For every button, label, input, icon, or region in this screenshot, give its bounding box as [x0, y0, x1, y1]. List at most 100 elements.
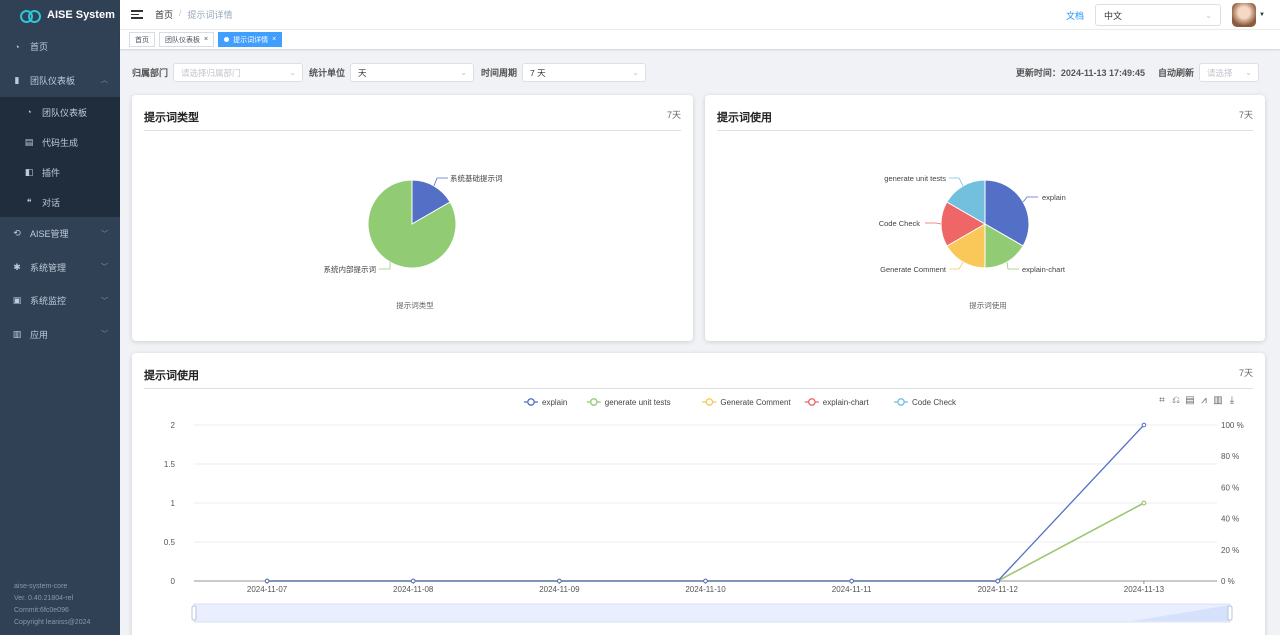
close-icon[interactable]: ×: [204, 36, 208, 43]
sidebar-item[interactable]: ▣ 系统监控 ﹀: [0, 284, 120, 318]
legend-marker: [705, 398, 714, 406]
breadcrumb-separator: /: [179, 8, 182, 18]
period-value: 7 天: [530, 67, 546, 78]
bar-chart-icon: ▮: [14, 74, 20, 85]
data-point: [410, 578, 416, 584]
chat-icon: ❝: [26, 196, 32, 207]
pie-label-line: [1006, 262, 1019, 270]
hamburger-icon[interactable]: [131, 10, 143, 19]
sidebar-item[interactable]: ✱ 系统管理 ﹀: [0, 251, 120, 285]
tag-home[interactable]: 首页: [129, 32, 155, 47]
dashboard-icon: ◔: [14, 41, 20, 52]
pie-label-line: [949, 177, 964, 187]
sidebar-item-label: 系统监控: [30, 296, 67, 307]
language-value: 中文: [1104, 10, 1123, 21]
tag-team-dashboard[interactable]: 团队仪表板 ×: [159, 32, 215, 47]
sidebar-item-label: 团队仪表板: [30, 75, 76, 86]
sidebar-item[interactable]: ◔ 首页: [0, 30, 120, 64]
data-point: [703, 578, 708, 584]
unit-select[interactable]: 天 ⌄: [350, 63, 474, 82]
chevron-down-icon: ﹀: [101, 264, 108, 272]
sidebar-item[interactable]: ▮ 团队仪表板 ︿: [0, 64, 120, 98]
pie-label: 系统内部提示词: [324, 264, 377, 274]
y-tick-label: 2: [171, 421, 176, 430]
y2-tick-label: 80 %: [1221, 452, 1239, 461]
caret-down-icon[interactable]: ▼: [1259, 12, 1265, 18]
pie-label: generate unit tests: [884, 174, 946, 183]
pie-label: Code Check: [879, 219, 921, 228]
sidebar-item-label: 团队仪表板: [42, 107, 88, 118]
close-icon[interactable]: ×: [272, 36, 276, 43]
download-icon[interactable]: ⤓: [1230, 395, 1235, 406]
chevron-down-icon: ﹀: [101, 297, 108, 305]
chevron-down-icon: ﹀: [101, 230, 108, 238]
line-type-icon[interactable]: ⩘: [1201, 395, 1207, 406]
tag-label: 团队仪表板: [165, 36, 200, 44]
pie-label-line: [379, 262, 391, 270]
sidebar-item[interactable]: ◧ 插件: [0, 157, 120, 187]
department-label: 归属部门: [132, 68, 169, 78]
update-time: 更新时间：2024-11-13 17:49:45: [1015, 68, 1145, 78]
footer-line: Copyright leaniss@2024: [14, 619, 91, 626]
pie-label: Generate Comment: [880, 265, 947, 274]
zoom-icon[interactable]: ⌗: [1159, 395, 1165, 406]
submenu: ◔ 团队仪表板 ▤ 代码生成 ◧ 插件 ❝ 对话: [0, 97, 120, 217]
chevron-up-icon: ︿: [101, 77, 108, 85]
breadcrumb-home[interactable]: 首页: [155, 8, 173, 21]
plugin-icon: ◧: [24, 166, 34, 177]
sidebar-item-label: 代码生成: [42, 137, 79, 148]
data-point: [557, 578, 562, 584]
sidebar-item-label: 系统管理: [30, 262, 67, 273]
zoom-reset-icon[interactable]: ⎌: [1172, 395, 1180, 406]
legend-label: Code Check: [912, 398, 957, 407]
sidebar-item[interactable]: ▤ 代码生成: [0, 127, 120, 157]
prompt-usage-card: 提示词使用 7天 explain explain-chart Generate Co…: [705, 95, 1265, 341]
period-label: 时间周期: [481, 68, 518, 78]
tag-prompt-detail[interactable]: 提示词详情 ×: [218, 32, 283, 47]
legend-label: Generate Comment: [720, 398, 791, 407]
sidebar-item[interactable]: ⟲ AISE管理 ﹀: [0, 217, 120, 251]
cog-hand-icon: ⟲: [13, 228, 21, 239]
x-tick-label: 2024-11-11: [832, 585, 872, 594]
sidebar-item[interactable]: ▥ 应用 ﹀: [0, 318, 120, 352]
department-select[interactable]: 请选择归属部门 ⌄: [173, 63, 303, 82]
sidebar-item[interactable]: ❝ 对话: [0, 187, 120, 217]
sidebar-item-label: 首页: [30, 42, 49, 53]
app-logo[interactable]: AISE System: [0, 0, 120, 30]
chevron-down-icon: ⌄: [460, 68, 467, 77]
pie-label-line: [949, 261, 964, 270]
avatar[interactable]: [1232, 3, 1257, 27]
code-icon: ▤: [24, 136, 34, 147]
pie-caption: 提示词使用: [969, 300, 1007, 310]
pie-label: explain-chart: [1022, 265, 1066, 274]
datazoom-handle-left[interactable]: [191, 605, 197, 621]
docs-link[interactable]: 文档: [1066, 9, 1084, 22]
department-placeholder: 请选择归属部门: [181, 67, 241, 78]
bar-type-icon[interactable]: ▥: [1213, 395, 1222, 406]
chevron-down-icon: ﹀: [101, 331, 108, 339]
monitor-icon: ▣: [12, 295, 22, 306]
y-tick-label: 1.5: [164, 460, 176, 469]
tags-view: 首页 团队仪表板 × 提示词详情 ×: [120, 30, 1280, 50]
unit-label: 统计单位: [309, 68, 346, 78]
period-select[interactable]: 7 天 ⌄: [522, 63, 646, 82]
data-view-icon[interactable]: ▤: [1185, 395, 1194, 406]
data-point: [264, 578, 270, 584]
tag-label: 提示词详情: [233, 36, 269, 44]
legend-marker: [527, 398, 535, 406]
legend-label: explain-chart: [823, 398, 870, 407]
dashboard-icon: ◔: [26, 107, 32, 117]
x-tick-label: 2024-11-13: [1124, 585, 1165, 594]
auto-refresh-select[interactable]: 请选择 ⌄: [1199, 63, 1259, 82]
datazoom-slider[interactable]: [193, 603, 1231, 623]
y-tick-label: 1: [171, 499, 176, 508]
version-info: aise-system-core Ver. 0.40.21804-rel Com…: [14, 581, 90, 629]
app-name: AISE System: [47, 9, 115, 21]
app-icon: ▥: [12, 328, 22, 339]
gear-icon: ✱: [13, 261, 21, 272]
sidebar: AISE System ◔ 首页 ▮ 团队仪表板 ︿ ◔ 团队仪表板 ▤ 代码生成 ◧ 插件 ❝ 对话 ⟲…: [0, 0, 120, 635]
datazoom-handle-right[interactable]: [1227, 605, 1233, 621]
language-select[interactable]: 中文 ⌄: [1095, 4, 1222, 26]
sidebar-item[interactable]: ◔ 团队仪表板: [0, 97, 120, 127]
y2-tick-label: 60 %: [1221, 483, 1239, 492]
